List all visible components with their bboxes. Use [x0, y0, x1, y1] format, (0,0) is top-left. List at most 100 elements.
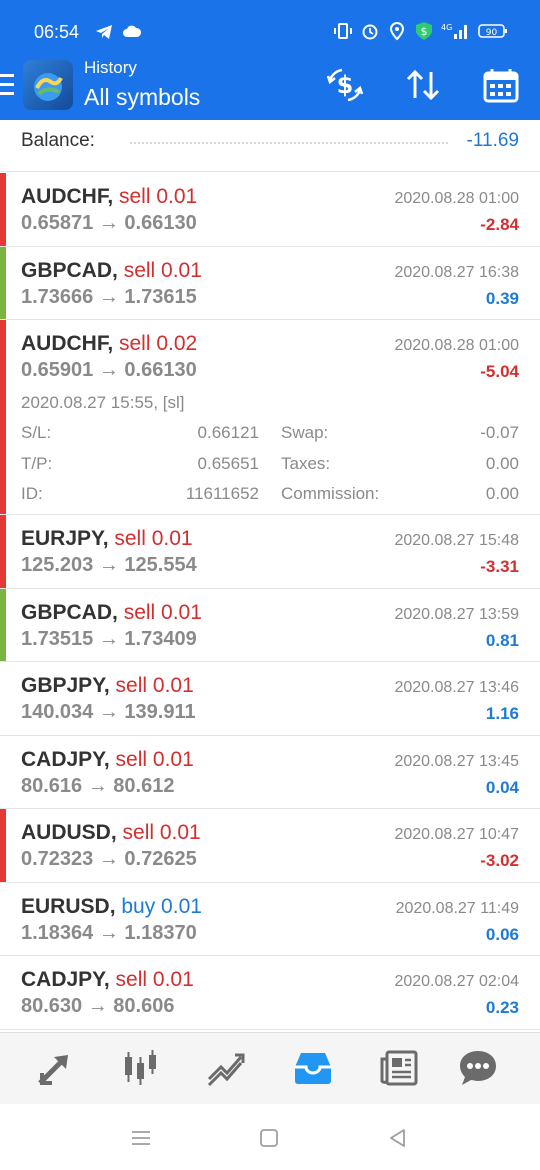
trade-row[interactable]: GBPJPY, sell 0.01 140.034 → 139.911 2020.0…	[0, 662, 540, 736]
id-value: 11611652	[185, 484, 259, 503]
trade-row[interactable]: EURJPY, sell 0.01 125.203 → 125.554 2020.0…	[0, 515, 540, 589]
trade-side: sell 0.01	[115, 968, 194, 991]
home-icon[interactable]	[257, 1126, 281, 1150]
trade-symbol: AUDUSD	[21, 821, 111, 844]
trade-prices: 0.65871 → 0.66130	[21, 212, 197, 235]
vibrate-icon	[334, 23, 352, 39]
price-arrow: →	[93, 627, 125, 650]
trade-row[interactable]: CADJPY, sell 0.01 80.616 → 80.612 2020.08.…	[0, 736, 540, 809]
trade-row[interactable]: GBPCAD, sell 0.01 1.73666 → 1.73615 2020.0…	[0, 246, 540, 320]
chart-icon[interactable]	[119, 1047, 161, 1089]
trade-separator: ,	[112, 258, 124, 282]
trade-profit: 0.04	[485, 777, 519, 797]
price-arrow: →	[93, 359, 125, 381]
trade-status-bar	[0, 809, 6, 882]
tp-value: 0.65651	[197, 454, 259, 473]
trade-date: 2020.08.28 01:00	[394, 337, 519, 354]
id-label: ID:	[21, 484, 43, 503]
trade-symbol: GBPCAD	[21, 600, 113, 624]
trade-prices: 80.616 → 80.612	[21, 775, 174, 798]
trade-prices: 0.65901 → 0.66130	[21, 359, 197, 382]
app-title-small: History	[84, 58, 137, 77]
svg-text:4G: 4G	[441, 23, 452, 32]
trade-profit: -3.02	[480, 851, 519, 870]
currency-switch-icon[interactable]: $	[324, 64, 366, 106]
trade-date: 2020.08.27 13:45	[394, 752, 519, 770]
price-arrow: →	[93, 848, 125, 870]
trade-row[interactable]: AUDUSD, sell 0.01 0.72323 → 0.72625 2020.0…	[0, 809, 540, 883]
trade-side: sell 0.01	[122, 821, 201, 844]
app-title-big[interactable]: All symbols	[84, 84, 200, 111]
price-arrow: →	[82, 995, 114, 1017]
trade-separator: ,	[103, 968, 116, 991]
quotes-icon[interactable]	[34, 1047, 76, 1089]
calendar-icon[interactable]	[480, 64, 522, 106]
trade-date: 2020.08.27 13:59	[394, 605, 519, 623]
trade-date: 2020.08.27 02:04	[394, 973, 519, 990]
status-right-icons: $ 4G 90	[333, 21, 508, 41]
trade-date: 2020.08.27 16:38	[394, 263, 519, 281]
trade-symbol: EURJPY	[21, 527, 103, 550]
trade-status-bar	[0, 515, 6, 588]
trade-side: buy 0.01	[121, 894, 202, 918]
trade-side: sell 0.01	[119, 185, 198, 208]
trade-profit: 0.23	[485, 998, 519, 1017]
trade-prices: 1.18364 → 1.18370	[21, 922, 197, 945]
trade-prices: 140.034 → 139.911	[21, 701, 196, 724]
open-price: 80.630	[21, 995, 83, 1017]
trade-row[interactable]: GBPCAD, sell 0.01 1.73515 → 1.73409 2020.0…	[0, 588, 540, 662]
sl-value: 0.66121	[197, 423, 259, 442]
trade-symbol-line: GBPJPY, sell 0.01	[21, 674, 194, 698]
open-price: 0.72323	[21, 848, 94, 870]
status-bar: 06:54 $ 4G 90	[0, 0, 540, 60]
details-row: S/L: 0.66121 Swap: -0.07	[21, 423, 519, 447]
chat-icon[interactable]	[457, 1047, 499, 1089]
trade-row[interactable]: AUDCHF, sell 0.01 0.65871 → 0.66130 2020.0…	[0, 173, 540, 247]
back-icon[interactable]	[386, 1126, 410, 1150]
trade-row[interactable]: CADJPY, sell 0.01 80.630 → 80.606 2020.08.…	[0, 956, 540, 1030]
swap-value: -0.07	[480, 423, 519, 442]
open-price: 0.65871	[21, 212, 94, 234]
trade-symbol-line: CADJPY, sell 0.01	[21, 748, 194, 772]
trade-side: sell 0.01	[115, 747, 194, 771]
details-row: ID: 11611652 Commission: 0.00	[21, 484, 519, 508]
close-price: 80.612	[113, 774, 175, 797]
close-price: 139.911	[124, 701, 196, 723]
trade-side: sell 0.01	[123, 600, 202, 624]
trade-symbol: CADJPY	[21, 747, 104, 771]
trade-icon[interactable]	[205, 1047, 247, 1089]
commission-value: 0.00	[485, 484, 519, 503]
signal-4g-icon: 4G	[441, 23, 467, 39]
trade-profit: -5.04	[480, 362, 519, 381]
news-icon[interactable]	[378, 1047, 420, 1089]
price-arrow: →	[82, 774, 114, 797]
trade-date: 2020.08.27 13:46	[394, 679, 519, 696]
recents-icon[interactable]	[129, 1126, 153, 1150]
location-icon	[389, 21, 405, 41]
bottom-nav	[0, 1032, 540, 1104]
menu-line	[0, 74, 14, 77]
trade-prices: 125.203 → 125.554	[21, 554, 197, 577]
price-arrow: →	[93, 921, 125, 944]
trade-prices: 1.73666 → 1.73615	[21, 286, 197, 309]
trade-symbol: CADJPY	[21, 968, 104, 991]
open-price: 0.65901	[21, 359, 94, 381]
close-price: 1.18370	[124, 921, 197, 944]
trade-row[interactable]: AUDCHF, sell 0.02 0.65901 → 0.66130 2020.0…	[0, 320, 540, 515]
sort-icon[interactable]	[402, 64, 444, 106]
trade-status-bar	[0, 956, 6, 1029]
history-icon[interactable]	[292, 1047, 334, 1089]
trade-symbol-line: AUDUSD, sell 0.01	[21, 821, 201, 845]
trade-row[interactable]: EURUSD, buy 0.01 1.18364 → 1.18370 2020.08…	[0, 883, 540, 956]
swap-label: Swap:	[281, 423, 329, 442]
battery-icon: 90	[478, 24, 507, 38]
close-price: 0.66130	[124, 212, 197, 234]
trade-symbol-line: GBPCAD, sell 0.01	[21, 601, 202, 625]
taxes-label: Taxes:	[281, 454, 331, 473]
trade-status-bar	[0, 320, 6, 514]
alarm-icon	[362, 24, 378, 40]
price-arrow: →	[93, 285, 125, 308]
telegram-icon	[96, 25, 112, 39]
menu-button[interactable]	[0, 74, 16, 100]
open-price: 140.034	[21, 701, 94, 723]
